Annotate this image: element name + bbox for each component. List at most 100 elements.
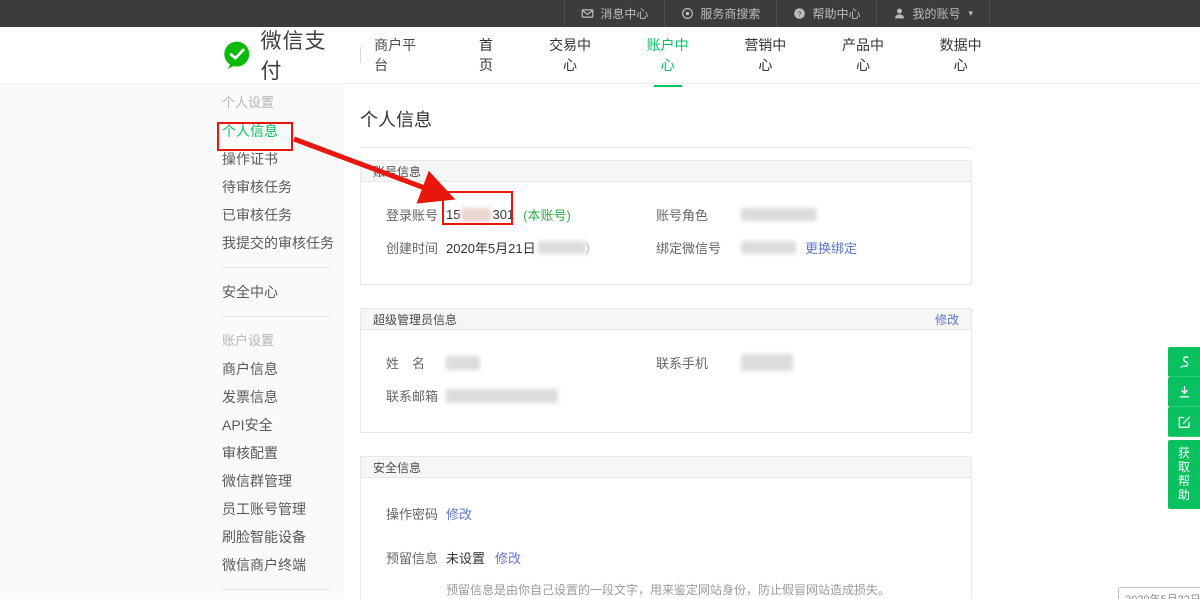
- brand[interactable]: 微信支付 商户平台: [222, 25, 429, 85]
- main-nav: 首页 交易中心 账户中心 营销中心 产品中心 数据中心: [429, 31, 988, 79]
- download-button[interactable]: [1168, 377, 1200, 407]
- sidebar-item-operation-certificate[interactable]: 操作证书: [222, 145, 344, 173]
- help-icon: ?: [793, 7, 806, 20]
- field-label: 创建时间: [386, 238, 446, 257]
- field-contact-phone: 联系手机: [656, 353, 793, 372]
- section-header: 安全信息: [361, 457, 971, 478]
- section-title: 超级管理员信息: [373, 311, 457, 328]
- sidebar-item-my-submitted-review-tasks[interactable]: 我提交的审核任务: [222, 229, 344, 257]
- field-created-time: 创建时间 2020年5月21日 ): [361, 238, 656, 257]
- name-value: [446, 356, 480, 370]
- redacted-account-role: [741, 208, 817, 221]
- header: 微信支付 商户平台 首页 交易中心 账户中心 营销中心 产品中心 数据中心: [0, 27, 1200, 84]
- page-title: 个人信息: [360, 100, 1200, 132]
- section-header: 超级管理员信息 修改: [361, 309, 971, 330]
- section-title: 账号信息: [373, 163, 421, 180]
- portal-name: 商户平台: [374, 35, 429, 75]
- field-label: 绑定微信号: [656, 238, 741, 257]
- floating-toolbar: 获取帮助: [1168, 347, 1200, 509]
- section-account-info: 账号信息 登录账号 15 301 (本账号) 账号角色: [360, 160, 972, 285]
- get-help-label: 获取帮助: [1178, 446, 1191, 502]
- login-suffix: 301: [492, 207, 514, 222]
- field-label: 姓 名: [386, 353, 446, 372]
- nav-item-home[interactable]: 首页: [472, 31, 499, 79]
- topbar-item-label: 消息中心: [600, 5, 648, 22]
- svg-text:?: ?: [798, 9, 802, 18]
- topbar-item-messages[interactable]: 消息中心: [564, 0, 665, 27]
- section-security-info: 安全信息 操作密码 修改 预留信息 未设置 修改 预留: [360, 456, 972, 599]
- topbar-item-my-account[interactable]: 我的账号 ▾: [877, 0, 990, 27]
- sidebar-item-personal-info[interactable]: 个人信息: [222, 117, 344, 145]
- section-body: 登录账号 15 301 (本账号) 账号角色: [361, 182, 971, 284]
- sidebar-item-pending-review-tasks[interactable]: 待审核任务: [222, 173, 344, 201]
- nav-item-product-center[interactable]: 产品中心: [836, 31, 891, 79]
- field-operation-password: 操作密码 修改: [361, 504, 656, 523]
- redacted-phone: [741, 354, 793, 371]
- created-date: 2020年5月21日: [446, 238, 536, 257]
- sidebar-item-merchant-info[interactable]: 商户信息: [222, 355, 344, 383]
- sidebar-item-staff-account-management[interactable]: 员工账号管理: [222, 495, 344, 523]
- brand-divider: [360, 47, 361, 63]
- topbar-item-provider-search[interactable]: 服务商搜索: [665, 0, 777, 27]
- hotline-icon: [1177, 354, 1192, 370]
- wechat-pay-logo-icon: [222, 40, 252, 70]
- field-label: 联系手机: [656, 353, 741, 372]
- field-login-account: 登录账号 15 301 (本账号): [361, 205, 656, 224]
- field-label: 登录账号: [386, 205, 446, 224]
- section-body: 操作密码 修改 预留信息 未设置 修改 预留信息是由你自己设置的一段文字，用来鉴…: [361, 478, 971, 599]
- note-line: 预留信息是由你自己设置的一段文字，用来鉴定网站身份，防止假冒网站造成损失。: [446, 580, 971, 599]
- bound-wechat-value: 更换绑定: [741, 238, 857, 257]
- sidebar: 个人设置 个人信息 操作证书 待审核任务 已审核任务 我提交的审核任务 安全中心…: [0, 84, 344, 599]
- nav-item-account-center[interactable]: 账户中心: [640, 31, 695, 79]
- current-account-tag: (本账号): [523, 205, 571, 224]
- modify-reserved-info-link[interactable]: 修改: [495, 548, 521, 567]
- field-account-role: 账号角色: [656, 205, 817, 224]
- sidebar-item-reviewed-tasks[interactable]: 已审核任务: [222, 201, 344, 229]
- login-account-value: 15 301 (本账号): [446, 205, 571, 224]
- search-icon: [681, 7, 694, 20]
- mail-icon: [581, 7, 594, 20]
- sidebar-item-review-config[interactable]: 审核配置: [222, 439, 344, 467]
- hotline-button[interactable]: [1168, 347, 1200, 377]
- redacted-login-middle: [461, 208, 491, 222]
- nav-item-transaction-center[interactable]: 交易中心: [543, 31, 598, 79]
- contact-phone-value: [741, 354, 793, 371]
- nav-item-marketing-center[interactable]: 营销中心: [738, 31, 793, 79]
- field-name: 姓 名: [361, 353, 656, 372]
- download-icon: [1177, 384, 1192, 400]
- reserved-info-notes: 预留信息是由你自己设置的一段文字，用来鉴定网站身份，防止假冒网站造成损失。 配置…: [446, 580, 971, 599]
- title-divider: [360, 147, 972, 148]
- sidebar-item-wechat-merchant-terminal[interactable]: 微信商户终端: [222, 551, 344, 579]
- redacted-wechat-id: [741, 241, 796, 254]
- sidebar-item-wechat-group-management[interactable]: 微信群管理: [222, 467, 344, 495]
- feedback-icon: [1177, 414, 1192, 430]
- feedback-button[interactable]: [1168, 407, 1200, 437]
- field-label: 预留信息: [386, 548, 446, 567]
- field-label: 联系邮箱: [386, 386, 446, 405]
- redacted-name: [446, 356, 480, 370]
- section-title: 安全信息: [373, 459, 421, 476]
- chevron-down-icon: ▾: [968, 8, 973, 19]
- brand-name: 微信支付: [261, 25, 348, 85]
- section-header: 账号信息: [361, 161, 971, 182]
- nav-item-data-center[interactable]: 数据中心: [933, 31, 988, 79]
- modify-password-link[interactable]: 修改: [446, 504, 472, 523]
- topbar-item-help-center[interactable]: ? 帮助中心: [777, 0, 877, 27]
- created-paren: ): [586, 240, 590, 255]
- reserved-info-value: 未设置: [446, 548, 485, 567]
- sidebar-item-api-security[interactable]: API安全: [222, 411, 344, 439]
- topbar-item-label: 帮助中心: [812, 5, 860, 22]
- modify-admin-link[interactable]: 修改: [935, 311, 959, 328]
- sidebar-divider: [222, 589, 330, 590]
- field-label: 操作密码: [386, 504, 446, 523]
- change-binding-link[interactable]: 更换绑定: [805, 238, 857, 257]
- topbar: 消息中心 服务商搜索 ? 帮助中心 我的账号 ▾: [0, 0, 1200, 27]
- sidebar-item-face-smart-device[interactable]: 刷脸智能设备: [222, 523, 344, 551]
- sidebar-divider: [222, 316, 330, 317]
- user-icon: [893, 7, 906, 20]
- topbar-item-label: 我的账号: [912, 5, 960, 22]
- sidebar-item-security-center[interactable]: 安全中心: [222, 278, 344, 306]
- topbar-item-label: 服务商搜索: [700, 5, 760, 22]
- sidebar-item-invoice-info[interactable]: 发票信息: [222, 383, 344, 411]
- get-help-button[interactable]: 获取帮助: [1168, 440, 1200, 509]
